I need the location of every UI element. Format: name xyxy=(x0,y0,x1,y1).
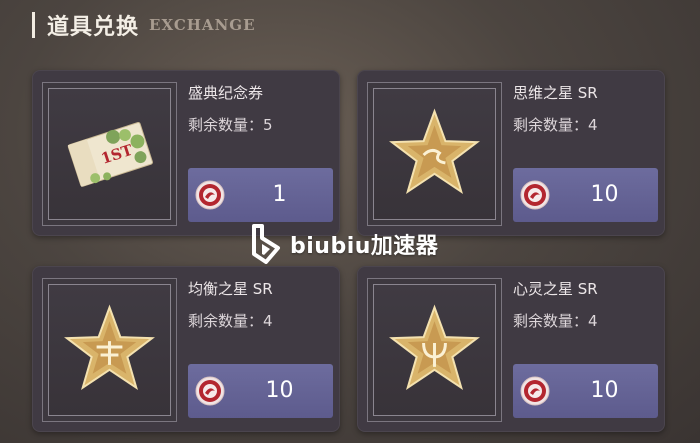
cost-value: 10 xyxy=(590,182,619,207)
exchange-button[interactable]: 10 xyxy=(188,364,333,418)
header: 道具兑换 EXCHANGE xyxy=(32,10,256,40)
exchange-card-3: 均衡之星 SR 剩余数量：4 10 xyxy=(32,266,340,432)
star-icon xyxy=(64,304,155,391)
item-name: 盛典纪念券 xyxy=(188,84,264,102)
watermark: biubiu加速器 xyxy=(250,224,438,264)
cost-value: 10 xyxy=(590,378,619,403)
item-frame[interactable]: 1ST xyxy=(42,82,177,226)
item-frame[interactable] xyxy=(367,82,502,226)
currency-coin-icon xyxy=(520,376,550,406)
cost-value: 1 xyxy=(272,182,287,207)
star-icon xyxy=(389,108,480,195)
header-accent-bar xyxy=(32,12,35,38)
exchange-button[interactable]: 1 xyxy=(188,168,333,222)
page-title: 道具兑换 xyxy=(47,15,140,40)
item-frame[interactable] xyxy=(42,278,177,422)
item-remaining: 剩余数量：4 xyxy=(513,312,598,330)
currency-coin-icon xyxy=(195,376,225,406)
currency-coin-icon xyxy=(195,180,225,210)
item-name: 心灵之星 SR xyxy=(513,280,598,298)
item-remaining: 剩余数量：4 xyxy=(513,116,598,134)
item-name: 思维之星 SR xyxy=(513,84,598,102)
watermark-logo-icon xyxy=(252,224,280,264)
cost-value: 10 xyxy=(265,378,294,403)
exchange-card-1: 1ST 盛典纪念券 剩余数量：5 1 xyxy=(32,70,340,236)
item-remaining: 剩余数量：4 xyxy=(188,312,273,330)
exchange-card-4: 心灵之星 SR 剩余数量：4 10 xyxy=(357,266,665,432)
item-name: 均衡之星 SR xyxy=(188,280,273,298)
star-icon xyxy=(389,304,480,391)
item-frame[interactable] xyxy=(367,278,502,422)
exchange-card-2: 思维之星 SR 剩余数量：4 10 xyxy=(357,70,665,236)
page-subtitle: EXCHANGE xyxy=(149,16,256,34)
exchange-button[interactable]: 10 xyxy=(513,364,658,418)
item-remaining: 剩余数量：5 xyxy=(188,116,273,134)
watermark-text: biubiu加速器 xyxy=(290,234,439,259)
exchange-button[interactable]: 10 xyxy=(513,168,658,222)
currency-coin-icon xyxy=(520,180,550,210)
ticket-icon: 1ST xyxy=(67,122,153,187)
